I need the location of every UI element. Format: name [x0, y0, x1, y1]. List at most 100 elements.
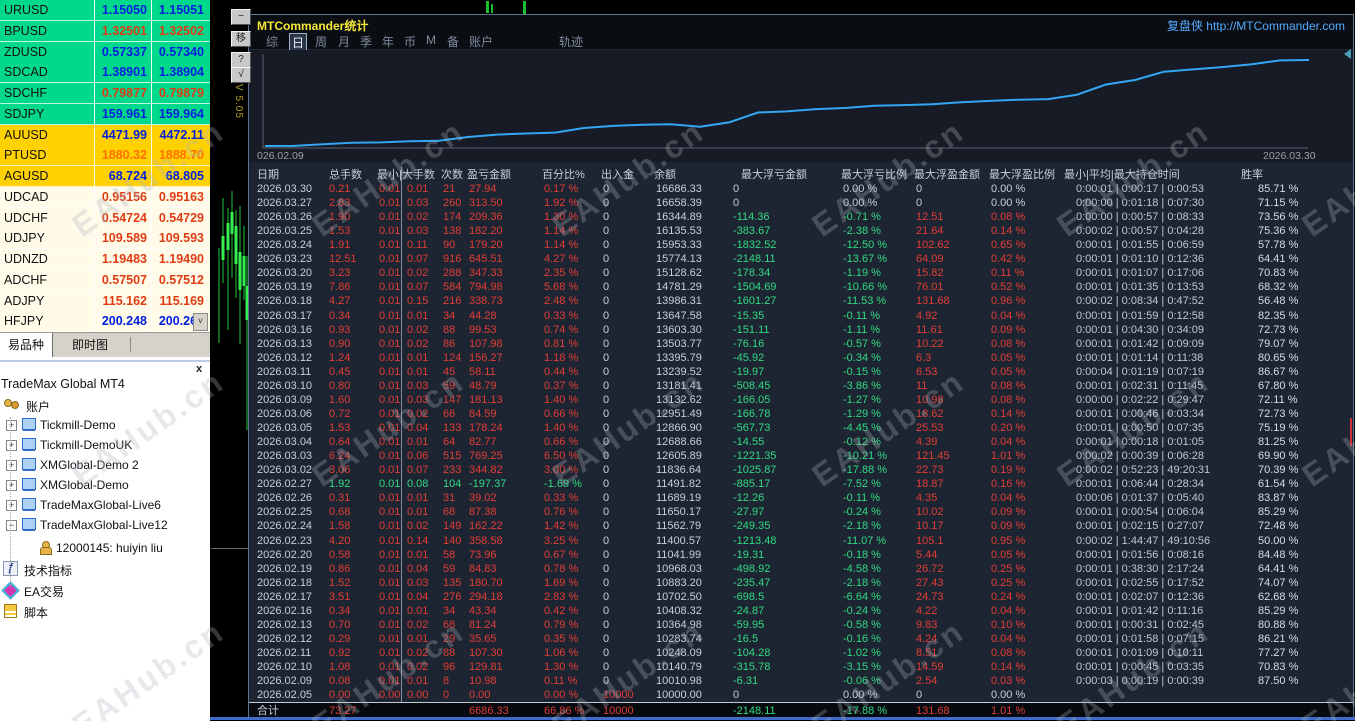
menu-item-7[interactable]: 币: [402, 33, 418, 50]
max-floating-profit-cell: 8.51: [916, 646, 938, 659]
titlebar[interactable]: MTCommander统计 复盘侠 http://MTCommander.com: [249, 15, 1353, 33]
table-row[interactable]: 2026.03.20 3.23 0.01 0.02 288 347.33 2.35 % 0 15…: [249, 266, 1353, 280]
sidebar-item-account[interactable]: + Tickmill-DemoUK: [0, 435, 210, 455]
market-watch-row[interactable]: AUUSD 4471.99 4472.11: [0, 124, 210, 146]
sidebar-item-account[interactable]: + Tickmill-Demo: [0, 415, 210, 435]
table-row[interactable]: 2026.03.18 4.27 0.01 0.15 216 338.73 2.48 % 0 13…: [249, 294, 1353, 308]
table-row[interactable]: 2026.02.12 0.29 0.01 0.01 29 35.65 0.35 % 0 1028…: [249, 632, 1353, 646]
total-lots-cell: 1.58: [329, 520, 351, 533]
market-watch-row[interactable]: SDJPY 159.961 159.964: [0, 103, 210, 125]
table-row[interactable]: 2026.03.23 12.51 0.01 0.07 916 645.51 4.27 % 0 1…: [249, 252, 1353, 266]
table-row[interactable]: 2026.02.25 0.68 0.01 0.01 68 87.38 0.76 % 0 1165…: [249, 505, 1353, 519]
table-row[interactable]: 2026.03.17 0.34 0.01 0.01 34 44.28 0.33 % 0 1364…: [249, 309, 1353, 323]
table-row[interactable]: 2026.02.23 4.20 0.01 0.14 140 358.58 3.25 % 0 11…: [249, 534, 1353, 548]
table-row[interactable]: 2026.03.09 1.60 0.01 0.03 147 181.13 1.40 % 0 13…: [249, 393, 1353, 407]
close-icon[interactable]: x: [193, 363, 205, 375]
market-watch-row[interactable]: URUSD 1.15050 1.15051: [0, 0, 210, 21]
menu-item-8[interactable]: M: [424, 33, 438, 47]
table-row[interactable]: 2026.02.19 0.86 0.01 0.04 59 84.83 0.78 % 0 1096…: [249, 562, 1353, 576]
table-row[interactable]: 2026.02.17 3.51 0.01 0.04 276 294.18 2.83 % 0 10…: [249, 590, 1353, 604]
menu-item-9[interactable]: 备: [445, 33, 461, 50]
sidebar-item-account[interactable]: + XMGlobal-Demo 2: [0, 455, 210, 475]
total-max-floating-loss-cell: -2148.11: [733, 705, 776, 717]
menu-item-4[interactable]: 月: [336, 33, 352, 50]
sidebar-item-indicators[interactable]: ƒ 技术指标: [0, 559, 210, 579]
max-lot-cell: 0.01: [407, 506, 429, 519]
menu-item-track[interactable]: 轨迹: [557, 33, 585, 50]
minimize-button[interactable]: −: [231, 9, 251, 25]
table-row[interactable]: 2026.03.04 0.64 0.01 0.01 64 82.77 0.66 % 0 1268…: [249, 435, 1353, 449]
table-row[interactable]: 2026.03.03 6.24 0.01 0.06 515 769.25 6.50 % 0 12…: [249, 449, 1353, 463]
market-watch-row[interactable]: ADJPY 115.162 115.169: [0, 290, 210, 312]
market-watch-row[interactable]: UDCAD 0.95156 0.95163: [0, 186, 210, 208]
menu-item-5[interactable]: 季: [358, 33, 374, 50]
table-row[interactable]: 2026.03.27 2.83 0.01 0.03 260 313.50 1.92 % 0 16…: [249, 196, 1353, 210]
apply-button[interactable]: √: [231, 67, 251, 83]
max-floating-profit-cell: 10.17: [916, 520, 944, 533]
table-row[interactable]: 2026.02.13 0.70 0.01 0.02 68 81.24 0.79 % 0 1036…: [249, 618, 1353, 632]
menu-item-6[interactable]: 年: [380, 33, 396, 50]
table-row[interactable]: 2026.02.26 0.31 0.01 0.01 31 39.02 0.33 % 0 1168…: [249, 491, 1353, 505]
table-row[interactable]: 2026.03.26 1.90 0.01 0.02 174 209.36 1.30 % 0 16…: [249, 210, 1353, 224]
max-floating-profit-cell: 76.01: [916, 281, 944, 294]
menu-item-1[interactable]: 综: [264, 33, 280, 50]
market-watch-row[interactable]: UDCHF 0.54724 0.54729: [0, 207, 210, 229]
sidebar-item-scripts[interactable]: 脚本: [0, 601, 210, 621]
market-watch-row[interactable]: BPUSD 1.32501 1.32502: [0, 20, 210, 42]
table-row[interactable]: 2026.03.05 1.53 0.01 0.04 133 178.24 1.40 % 0 12…: [249, 421, 1353, 435]
table-row[interactable]: 2026.02.11 0.92 0.01 0.02 88 107.30 1.06 % 0 102…: [249, 646, 1353, 660]
sidebar-item-accounts[interactable]: 账户: [0, 395, 210, 415]
chevron-down-icon[interactable]: ˅: [193, 313, 208, 332]
max-floating-profit-cell: 12.51: [916, 211, 944, 224]
table-row[interactable]: 2026.02.05 0.00 0.00 0.00 0 0.00 0.00 % 10000 10…: [249, 688, 1353, 702]
sidebar-item-account[interactable]: + TradeMaxGlobal-Live6: [0, 495, 210, 515]
sidebar-item-account[interactable]: − TradeMaxGlobal-Live12: [0, 515, 210, 535]
market-watch-row[interactable]: ADCHF 0.57507 0.57512: [0, 269, 210, 291]
menu-item-3[interactable]: 周: [313, 33, 329, 50]
max-lot-cell: 0.02: [407, 618, 429, 631]
table-row[interactable]: 2026.03.10 0.80 0.01 0.03 59 48.79 0.37 % 0 1318…: [249, 379, 1353, 393]
table-row[interactable]: 2026.03.19 7.86 0.01 0.07 584 794.98 5.68 % 0 14…: [249, 280, 1353, 294]
sidebar-item-login[interactable]: 12000145: huiyin liu: [0, 538, 210, 558]
market-watch-row[interactable]: SDCHF 0.79877 0.79879: [0, 83, 210, 104]
market-watch-row[interactable]: HFJPY 200.248 200.262 ˅: [0, 311, 210, 333]
navigator-root-title[interactable]: TradeMax Global MT4: [1, 377, 125, 391]
sidebar-item-account[interactable]: + XMGlobal-Demo: [0, 475, 210, 495]
market-watch-row[interactable]: AGUSD 68.724 68.805: [0, 166, 210, 187]
table-row[interactable]: 2026.02.10 1.08 0.01 0.02 96 129.81 1.30 % 0 101…: [249, 660, 1353, 674]
date-cell: 2026.03.04: [257, 436, 313, 449]
scroll-left-arrow-icon[interactable]: [1344, 49, 1351, 59]
table-row[interactable]: 2026.02.18 1.52 0.01 0.03 135 180.70 1.69 % 0 10…: [249, 576, 1353, 590]
market-watch-row[interactable]: SDCAD 1.38901 1.38904: [0, 62, 210, 84]
tab-tick-chart[interactable]: 即时图: [64, 333, 116, 357]
menu-item-10[interactable]: 账户: [467, 33, 495, 50]
sidebar-item-experts[interactable]: EA交易: [0, 580, 210, 600]
table-row[interactable]: 2026.02.20 0.58 0.01 0.01 58 73.96 0.67 % 0 1104…: [249, 548, 1353, 562]
table-row[interactable]: 2026.03.12 1.24 0.01 0.01 124 156.27 1.18 % 0 13…: [249, 351, 1353, 365]
market-watch-row[interactable]: PTUSD 1880.32 1888.70: [0, 145, 210, 167]
table-row[interactable]: 2026.02.09 0.08 0.01 0.01 8 10.98 0.11 % 0 10010…: [249, 674, 1353, 688]
min-lot-cell: 0.01: [379, 562, 401, 575]
market-watch-row[interactable]: UDNZD 1.19483 1.19490: [0, 249, 210, 270]
table-row[interactable]: 2026.03.11 0.45 0.01 0.01 45 58.11 0.44 % 0 1323…: [249, 365, 1353, 379]
table-row[interactable]: 2026.02.16 0.34 0.01 0.01 34 43.34 0.42 % 0 1040…: [249, 604, 1353, 618]
profit-cell: 344.82: [469, 464, 503, 477]
total-max-floating-loss-pct-cell: -17.88 %: [843, 705, 888, 717]
table-row[interactable]: 2026.03.25 1.53 0.01 0.03 138 182.20 1.14 % 0 16…: [249, 224, 1353, 238]
table-row[interactable]: 2026.03.30 0.21 0.01 0.01 21 27.94 0.17 % 0 1668…: [249, 182, 1353, 196]
help-button[interactable]: ?: [231, 52, 251, 68]
market-watch-row[interactable]: UDJPY 109.589 109.593: [0, 228, 210, 250]
move-button[interactable]: 移: [231, 31, 251, 47]
table-row[interactable]: 2026.02.27 1.92 0.01 0.08 104 -197.37 -1.69 % 0…: [249, 477, 1353, 491]
table-row[interactable]: 2026.03.06 0.72 0.01 0.02 66 84.59 0.66 % 0 1295…: [249, 407, 1353, 421]
table-row[interactable]: 2026.03.24 1.91 0.01 0.11 90 179.20 1.14 % 0 159…: [249, 238, 1353, 252]
table-row[interactable]: 2026.03.02 3.06 0.01 0.07 233 344.82 3.00 % 0 11…: [249, 463, 1353, 477]
scrollbar-marker[interactable]: [1350, 418, 1352, 446]
tab-symbols[interactable]: 易品种: [0, 333, 54, 358]
market-watch-row[interactable]: ZDUSD 0.57337 0.57340: [0, 41, 210, 63]
max-floating-loss-cell: -24.87: [733, 604, 765, 617]
symbol-label: AGUSD: [4, 169, 49, 183]
table-row[interactable]: 2026.03.13 0.90 0.01 0.02 86 107.98 0.81 % 0 135…: [249, 337, 1353, 351]
table-row[interactable]: 2026.03.16 0.93 0.01 0.02 88 99.53 0.74 % 0 1360…: [249, 323, 1353, 337]
table-row[interactable]: 2026.02.24 1.58 0.01 0.02 149 162.22 1.42 % 0 11…: [249, 519, 1353, 533]
